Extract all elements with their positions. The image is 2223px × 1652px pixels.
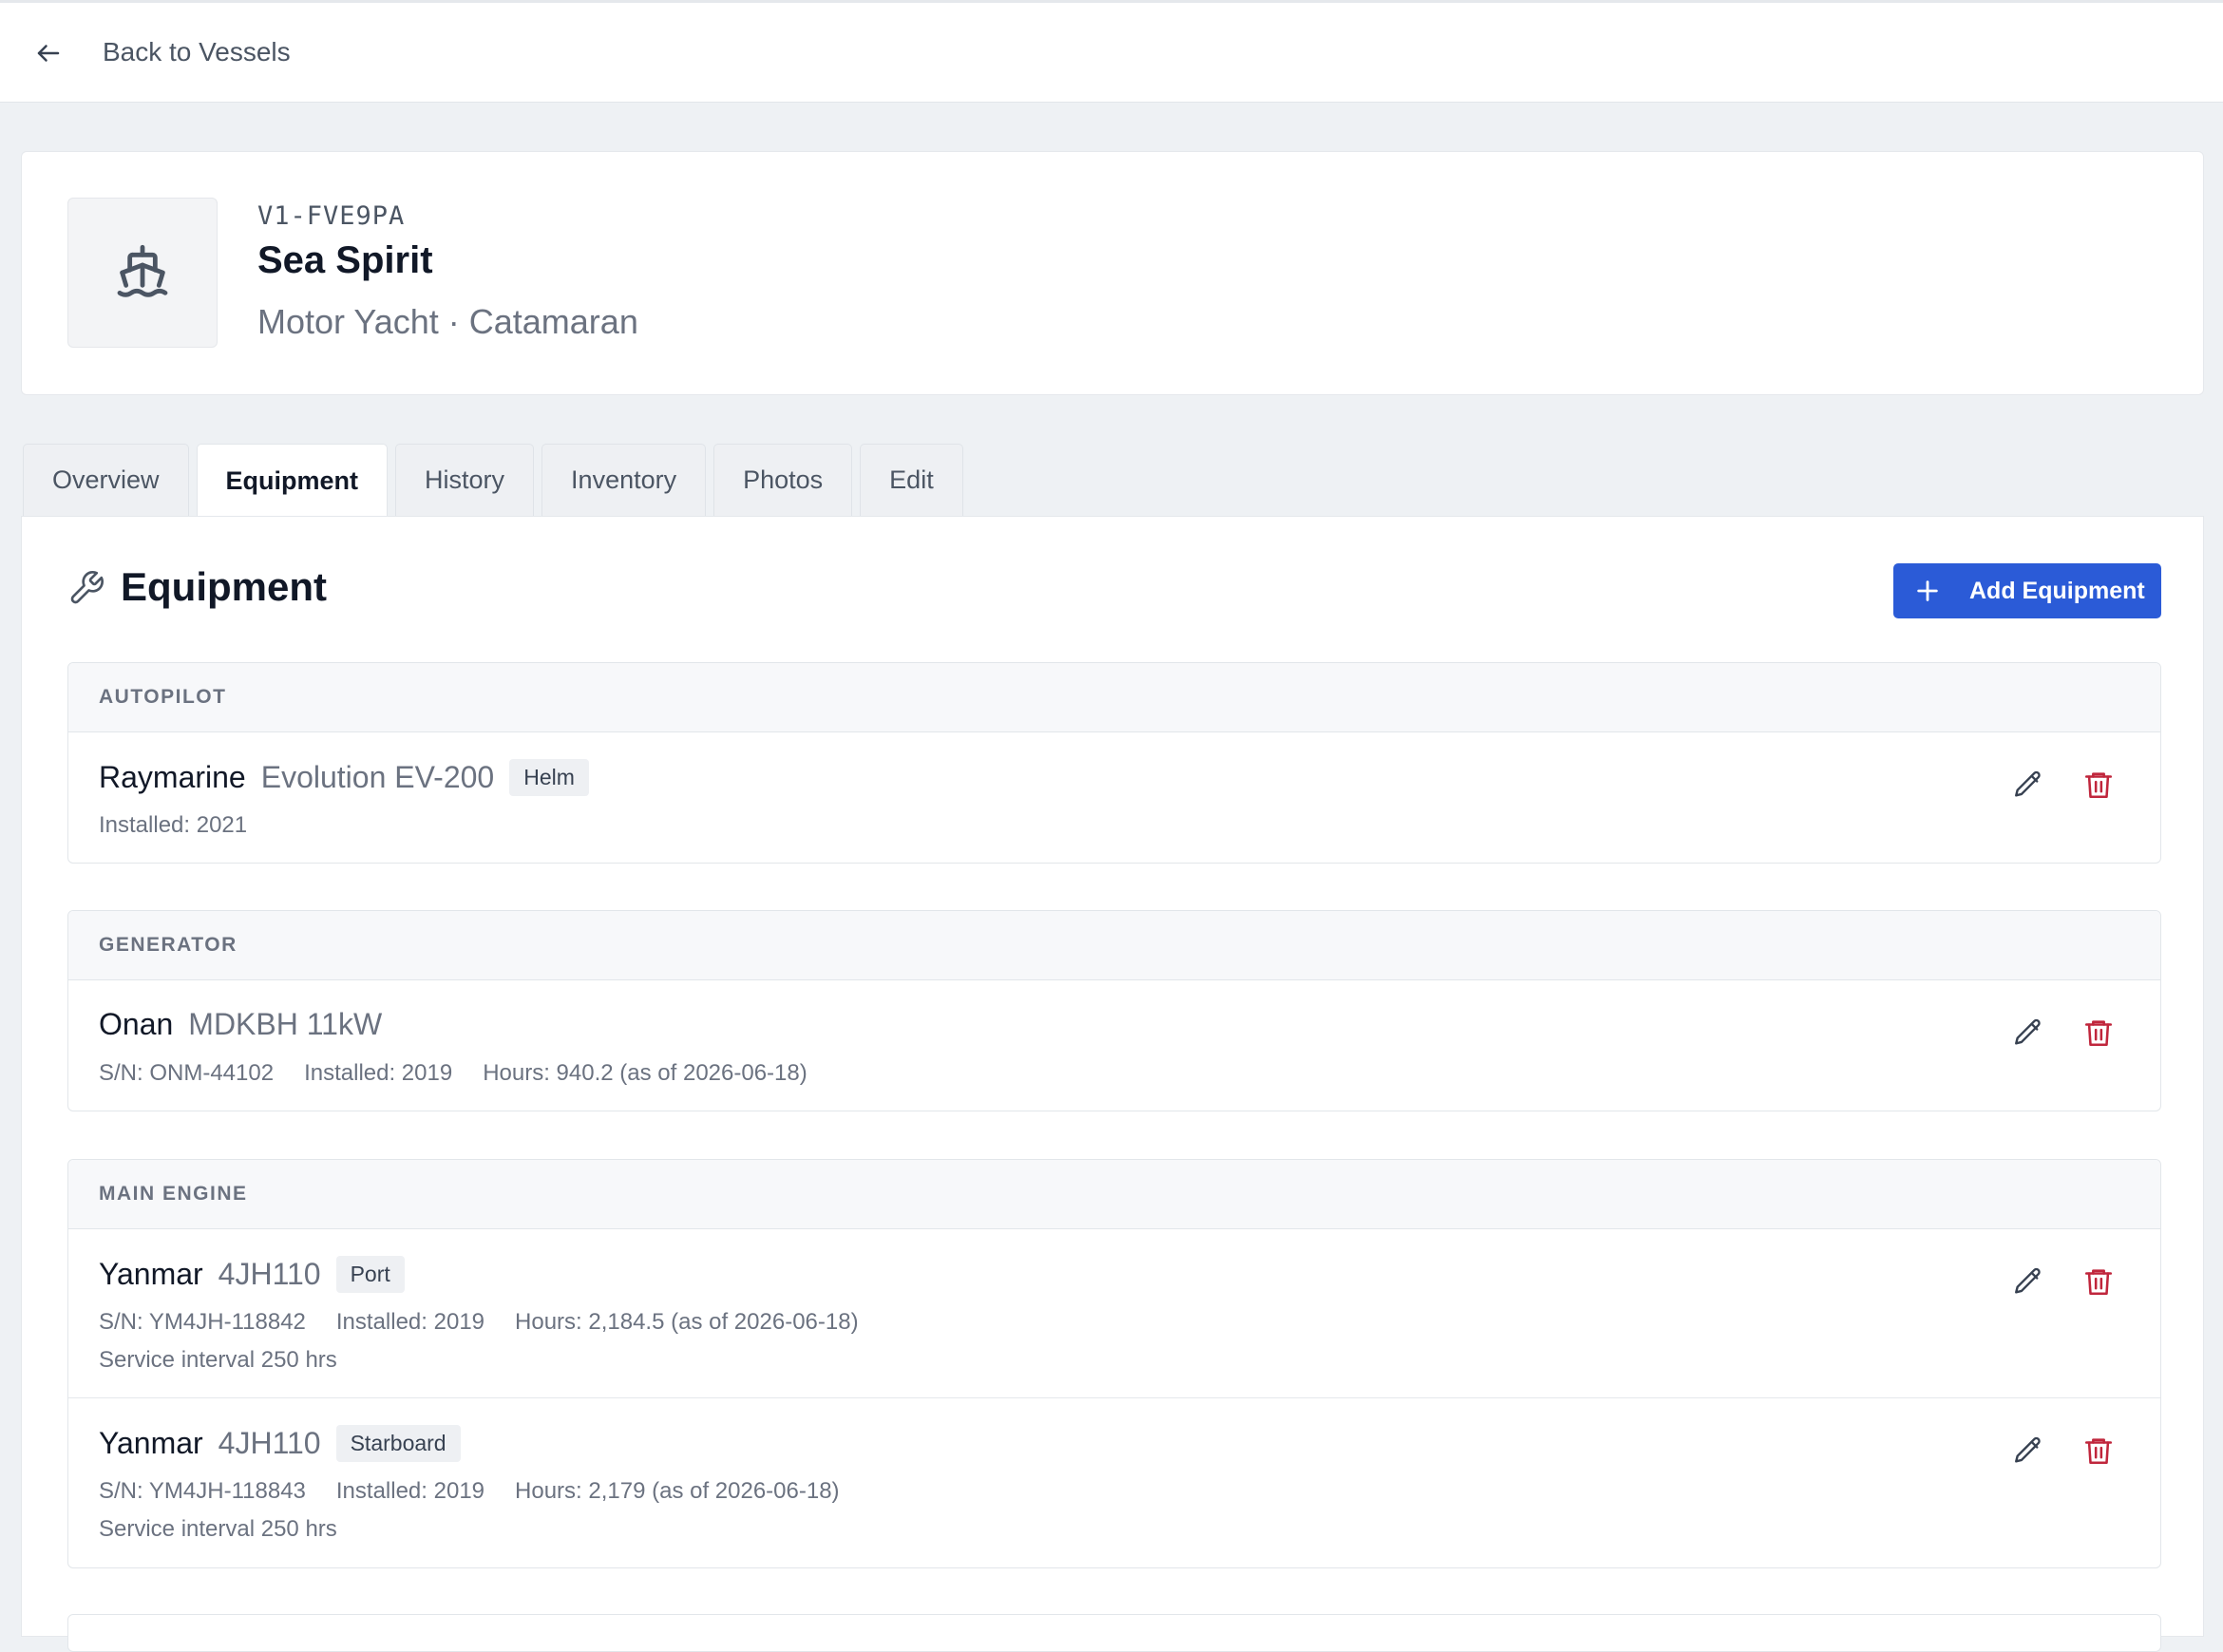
equipment-item: Yanmar 4JH110 Port S/N: YM4JH-118842 Ins…	[68, 1229, 2160, 1398]
trash-icon[interactable]	[2082, 1265, 2115, 1298]
service-interval: Service interval 250 hrs	[99, 1347, 337, 1373]
equipment-panel: Equipment Add Equipment AUTOPILOT Raymar…	[21, 516, 2204, 1652]
engine-hours: Hours: 2,179 (as of 2026-06-18)	[515, 1478, 840, 1504]
equipment-group-generator: GENERATOR Onan MDKBH 11kW S/N: ONM-44102…	[67, 910, 2161, 1111]
vessel-type: Motor Yacht · Catamaran	[257, 302, 638, 341]
equipment-make: Yanmar	[99, 1426, 203, 1460]
installed-year: Installed: 2019	[304, 1060, 453, 1086]
group-header: MAIN ENGINE	[68, 1160, 2160, 1229]
engine-hours: Hours: 2,184.5 (as of 2026-06-18)	[515, 1309, 859, 1335]
equipment-group-main-engine: MAIN ENGINE Yanmar 4JH110 Port S/N: YM4J…	[67, 1159, 2161, 1568]
tab-history[interactable]: History	[395, 444, 535, 516]
equipment-model: 4JH110	[218, 1426, 321, 1460]
installed-year: Installed: 2019	[335, 1478, 485, 1504]
vessel-thumbnail	[67, 198, 218, 348]
plus-icon	[1917, 580, 1938, 601]
arrow-left-icon[interactable]	[34, 39, 63, 67]
serial-number: S/N: ONM-44102	[99, 1060, 275, 1086]
group-header: GENERATOR	[68, 911, 2160, 980]
trash-icon[interactable]	[2082, 1016, 2115, 1049]
trash-icon[interactable]	[2082, 1434, 2115, 1467]
vessel-id: V1-FVE9PA	[257, 201, 406, 231]
installed-year: Installed: 2019	[335, 1309, 485, 1335]
equipment-make: Yanmar	[99, 1257, 203, 1291]
vessel-name: Sea Spirit	[257, 239, 433, 281]
location-tag: Starboard	[335, 1425, 461, 1462]
tab-overview[interactable]: Overview	[23, 444, 189, 516]
location-tag: Helm	[509, 759, 589, 796]
trash-icon[interactable]	[2082, 769, 2115, 801]
tab-inventory[interactable]: Inventory	[542, 444, 707, 516]
equipment-item: Yanmar 4JH110 Starboard S/N: YM4JH-11884…	[68, 1398, 2160, 1567]
serial-number: S/N: YM4JH-118843	[99, 1478, 306, 1504]
pencil-icon[interactable]	[2012, 1265, 2044, 1298]
section-title: Equipment	[121, 564, 327, 609]
equipment-model: Evolution EV-200	[260, 760, 495, 794]
equipment-model: 4JH110	[218, 1257, 321, 1291]
add-equipment-button[interactable]: Add Equipment	[1893, 563, 2161, 618]
location-tag: Port	[335, 1256, 405, 1293]
pencil-icon[interactable]	[2012, 769, 2044, 801]
equipment-item: Onan MDKBH 11kW S/N: ONM-44102 Installed…	[68, 980, 2160, 1111]
vessel-header-card: V1-FVE9PA Sea Spirit Motor Yacht · Catam…	[21, 151, 2204, 395]
serial-number: S/N: YM4JH-118842	[99, 1309, 306, 1335]
installed-year: Installed: 2021	[99, 812, 248, 838]
equipment-make: Raymarine	[99, 760, 246, 794]
equipment-group-autopilot: AUTOPILOT Raymarine Evolution EV-200 Hel…	[67, 662, 2161, 864]
top-bar: Back to Vessels	[0, 0, 2223, 103]
tab-equipment[interactable]: Equipment	[196, 444, 389, 518]
tab-bar: Overview Equipment History Inventory Pho…	[23, 444, 963, 518]
engine-hours: Hours: 940.2 (as of 2026-06-18)	[483, 1060, 808, 1086]
pencil-icon[interactable]	[2012, 1434, 2044, 1467]
back-to-vessels-link[interactable]: Back to Vessels	[103, 37, 291, 67]
equipment-make: Onan	[99, 1007, 174, 1041]
add-equipment-label: Add Equipment	[1969, 578, 2145, 604]
group-header: AUTOPILOT	[68, 663, 2160, 732]
pencil-icon[interactable]	[2012, 1016, 2044, 1049]
equipment-model: MDKBH 11kW	[188, 1007, 383, 1041]
service-interval: Service interval 250 hrs	[99, 1516, 337, 1542]
wrench-icon	[70, 571, 104, 604]
equipment-item: Raymarine Evolution EV-200 Helm Installe…	[68, 732, 2160, 863]
ship-icon	[117, 244, 168, 297]
tab-edit[interactable]: Edit	[860, 444, 963, 516]
tab-photos[interactable]: Photos	[713, 444, 853, 516]
equipment-group-next	[67, 1614, 2161, 1652]
